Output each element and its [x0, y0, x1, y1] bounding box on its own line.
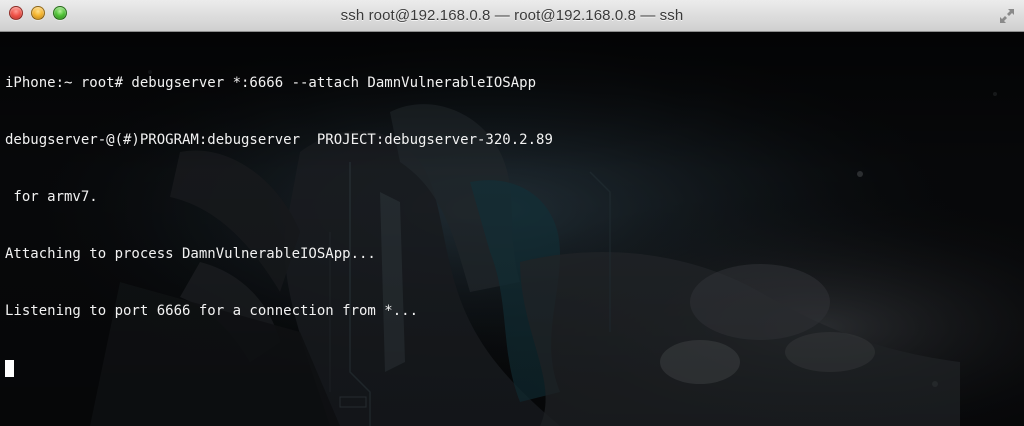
- terminal-window: ssh root@192.168.0.8 — root@192.168.0.8 …: [0, 0, 1024, 426]
- fullscreen-icon[interactable]: [998, 7, 1016, 25]
- terminal-line: for armv7.: [5, 189, 98, 205]
- terminal-line: iPhone:~ root# debugserver *:6666 --atta…: [5, 75, 537, 91]
- title-bar[interactable]: ssh root@192.168.0.8 — root@192.168.0.8 …: [0, 0, 1024, 32]
- terminal-line: debugserver-@(#)PROGRAM:debugserver PROJ…: [5, 132, 553, 148]
- window-title: ssh root@192.168.0.8 — root@192.168.0.8 …: [340, 7, 684, 24]
- terminal-content[interactable]: iPhone:~ root# debugserver *:6666 --atta…: [0, 32, 1024, 426]
- terminal-output: iPhone:~ root# debugserver *:6666 --atta…: [5, 36, 553, 415]
- text-cursor: [5, 360, 14, 377]
- terminal-line: Attaching to process DamnVulnerableIOSAp…: [5, 246, 376, 262]
- terminal-line: Listening to port 6666 for a connection …: [5, 303, 419, 319]
